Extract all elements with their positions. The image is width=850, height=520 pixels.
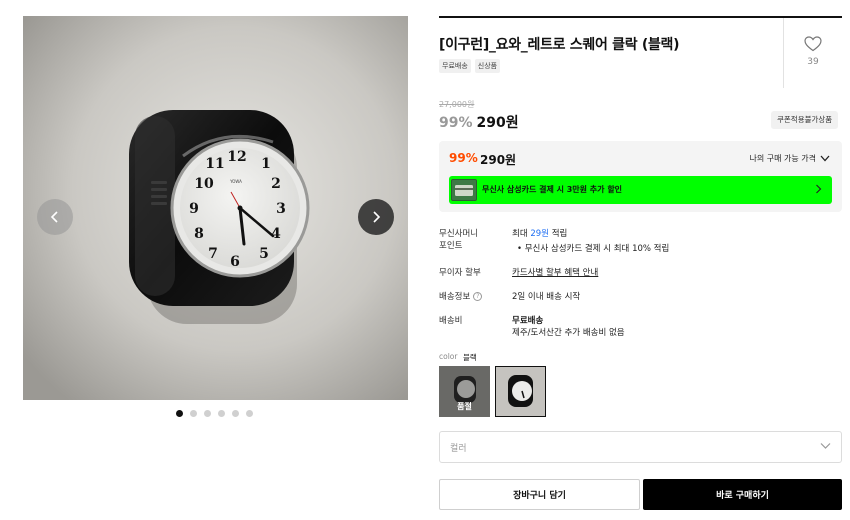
my-price-link-label: 나의 구매 가능 가격: [749, 154, 816, 163]
svg-text:10: 10: [194, 176, 214, 192]
previous-image-button[interactable]: [37, 199, 73, 235]
my-price-toggle[interactable]: 나의 구매 가능 가격: [749, 153, 830, 164]
shipping-info-label: 배송정보?: [439, 290, 483, 302]
svg-text:12: 12: [227, 149, 246, 165]
help-icon[interactable]: ?: [473, 292, 483, 301]
top-divider: [439, 16, 842, 18]
like-divider: [783, 18, 784, 88]
add-to-cart-button[interactable]: 장바구니 담기: [439, 479, 640, 510]
pagination-dot[interactable]: [232, 410, 239, 417]
soldout-label: 품절: [457, 402, 472, 411]
product-title: [이구런]_요와_레트로 스퀘어 클락 (블랙): [439, 37, 680, 53]
shipping-fee-sub: 제주/도서산간 추가 배송비 없음: [512, 328, 625, 338]
color-option-value: 블랙: [463, 353, 477, 362]
color-select-placeholder: 컬러: [450, 444, 467, 454]
svg-text:9: 9: [189, 201, 199, 217]
heart-icon: [804, 36, 822, 52]
points-value: 최대 29원 적립: [512, 227, 567, 239]
shipping-fee-label: 배송비: [439, 316, 463, 326]
color-swatch-soldout[interactable]: 품절: [439, 366, 490, 417]
shipping-fee-value: 무료배송: [512, 316, 544, 326]
tag-free-shipping: 무료배송: [439, 59, 471, 73]
pagination-dot[interactable]: [176, 410, 183, 417]
points-label-line2: 포인트: [439, 241, 463, 251]
card-promo-banner[interactable]: 무신사 삼성카드 결제 시 3만원 추가 할인: [449, 176, 832, 204]
gallery-pagination: [176, 410, 253, 417]
points-label: 무신사머니 포인트: [439, 227, 478, 251]
pagination-dot[interactable]: [246, 410, 253, 417]
promo-text: 무신사 삼성카드 결제 시 3만원 추가 할인: [482, 185, 623, 194]
buy-now-button[interactable]: 바로 구매하기: [643, 479, 842, 510]
coupon-status-badge: 쿠폰적용불가상품: [771, 111, 839, 129]
svg-text:1: 1: [261, 156, 271, 172]
svg-text:YOWA: YOWA: [229, 179, 242, 184]
color-option-label: color: [439, 352, 458, 361]
svg-text:8: 8: [194, 226, 204, 242]
chevron-right-icon: [373, 211, 381, 223]
shipping-info-value: 2일 이내 배송 시작: [512, 292, 581, 302]
product-tags: 무료배송 신상품: [439, 59, 501, 73]
my-price-value: 290원: [480, 153, 517, 167]
svg-text:11: 11: [205, 156, 224, 172]
svg-text:4: 4: [271, 226, 281, 242]
original-price: 27,000원: [439, 100, 475, 109]
swatch-clock-thumb: [496, 367, 545, 416]
svg-text:5: 5: [259, 246, 269, 262]
color-swatch-black[interactable]: [495, 366, 546, 417]
chevron-down-icon: [820, 155, 830, 162]
pagination-dot[interactable]: [218, 410, 225, 417]
color-select[interactable]: 컬러: [439, 431, 842, 463]
my-price-discount: 99%: [449, 151, 478, 165]
chevron-right-icon: [816, 184, 822, 194]
points-amount: 29원: [530, 229, 549, 239]
sale-price: 290원: [476, 115, 519, 131]
svg-text:2: 2: [271, 176, 281, 192]
pagination-dot[interactable]: [190, 410, 197, 417]
pagination-dot[interactable]: [204, 410, 211, 417]
product-image-gallery: 12 1 2 3 4 5 6 7 8 9 10 11 YOWA: [23, 16, 408, 400]
svg-text:6: 6: [230, 254, 240, 270]
svg-text:7: 7: [208, 246, 218, 262]
product-image-clock: 12 1 2 3 4 5 6 7 8 9 10 11 YOWA: [23, 16, 408, 400]
chevron-down-icon: [820, 443, 831, 449]
installment-link[interactable]: 카드사별 할부 혜택 안내: [512, 266, 598, 278]
like-count: 39: [807, 57, 819, 67]
svg-text:3: 3: [276, 201, 286, 217]
installment-label: 무이자 할부: [439, 268, 481, 278]
chevron-left-icon: [50, 211, 58, 223]
points-label-line1: 무신사머니: [439, 229, 479, 239]
like-button[interactable]: 39: [797, 36, 829, 67]
price-row: 99% 290원: [439, 112, 519, 132]
my-price-box: 99% 290원 나의 구매 가능 가격 무신사 삼성카드 결제 시 3만원 추…: [439, 141, 842, 212]
discount-rate: 99%: [439, 115, 473, 131]
card-icon: [451, 179, 477, 201]
shipping-info-text: 배송정보: [439, 292, 471, 302]
points-prefix: 최대: [512, 229, 528, 239]
points-sub: • 무신사 삼성카드 결제 시 최대 10% 적립: [517, 244, 670, 254]
next-image-button[interactable]: [358, 199, 394, 235]
tag-new: 신상품: [474, 59, 501, 73]
points-sub-text: 무신사 삼성카드 결제 시 최대 10% 적립: [524, 244, 670, 254]
points-suffix: 적립: [551, 229, 568, 239]
